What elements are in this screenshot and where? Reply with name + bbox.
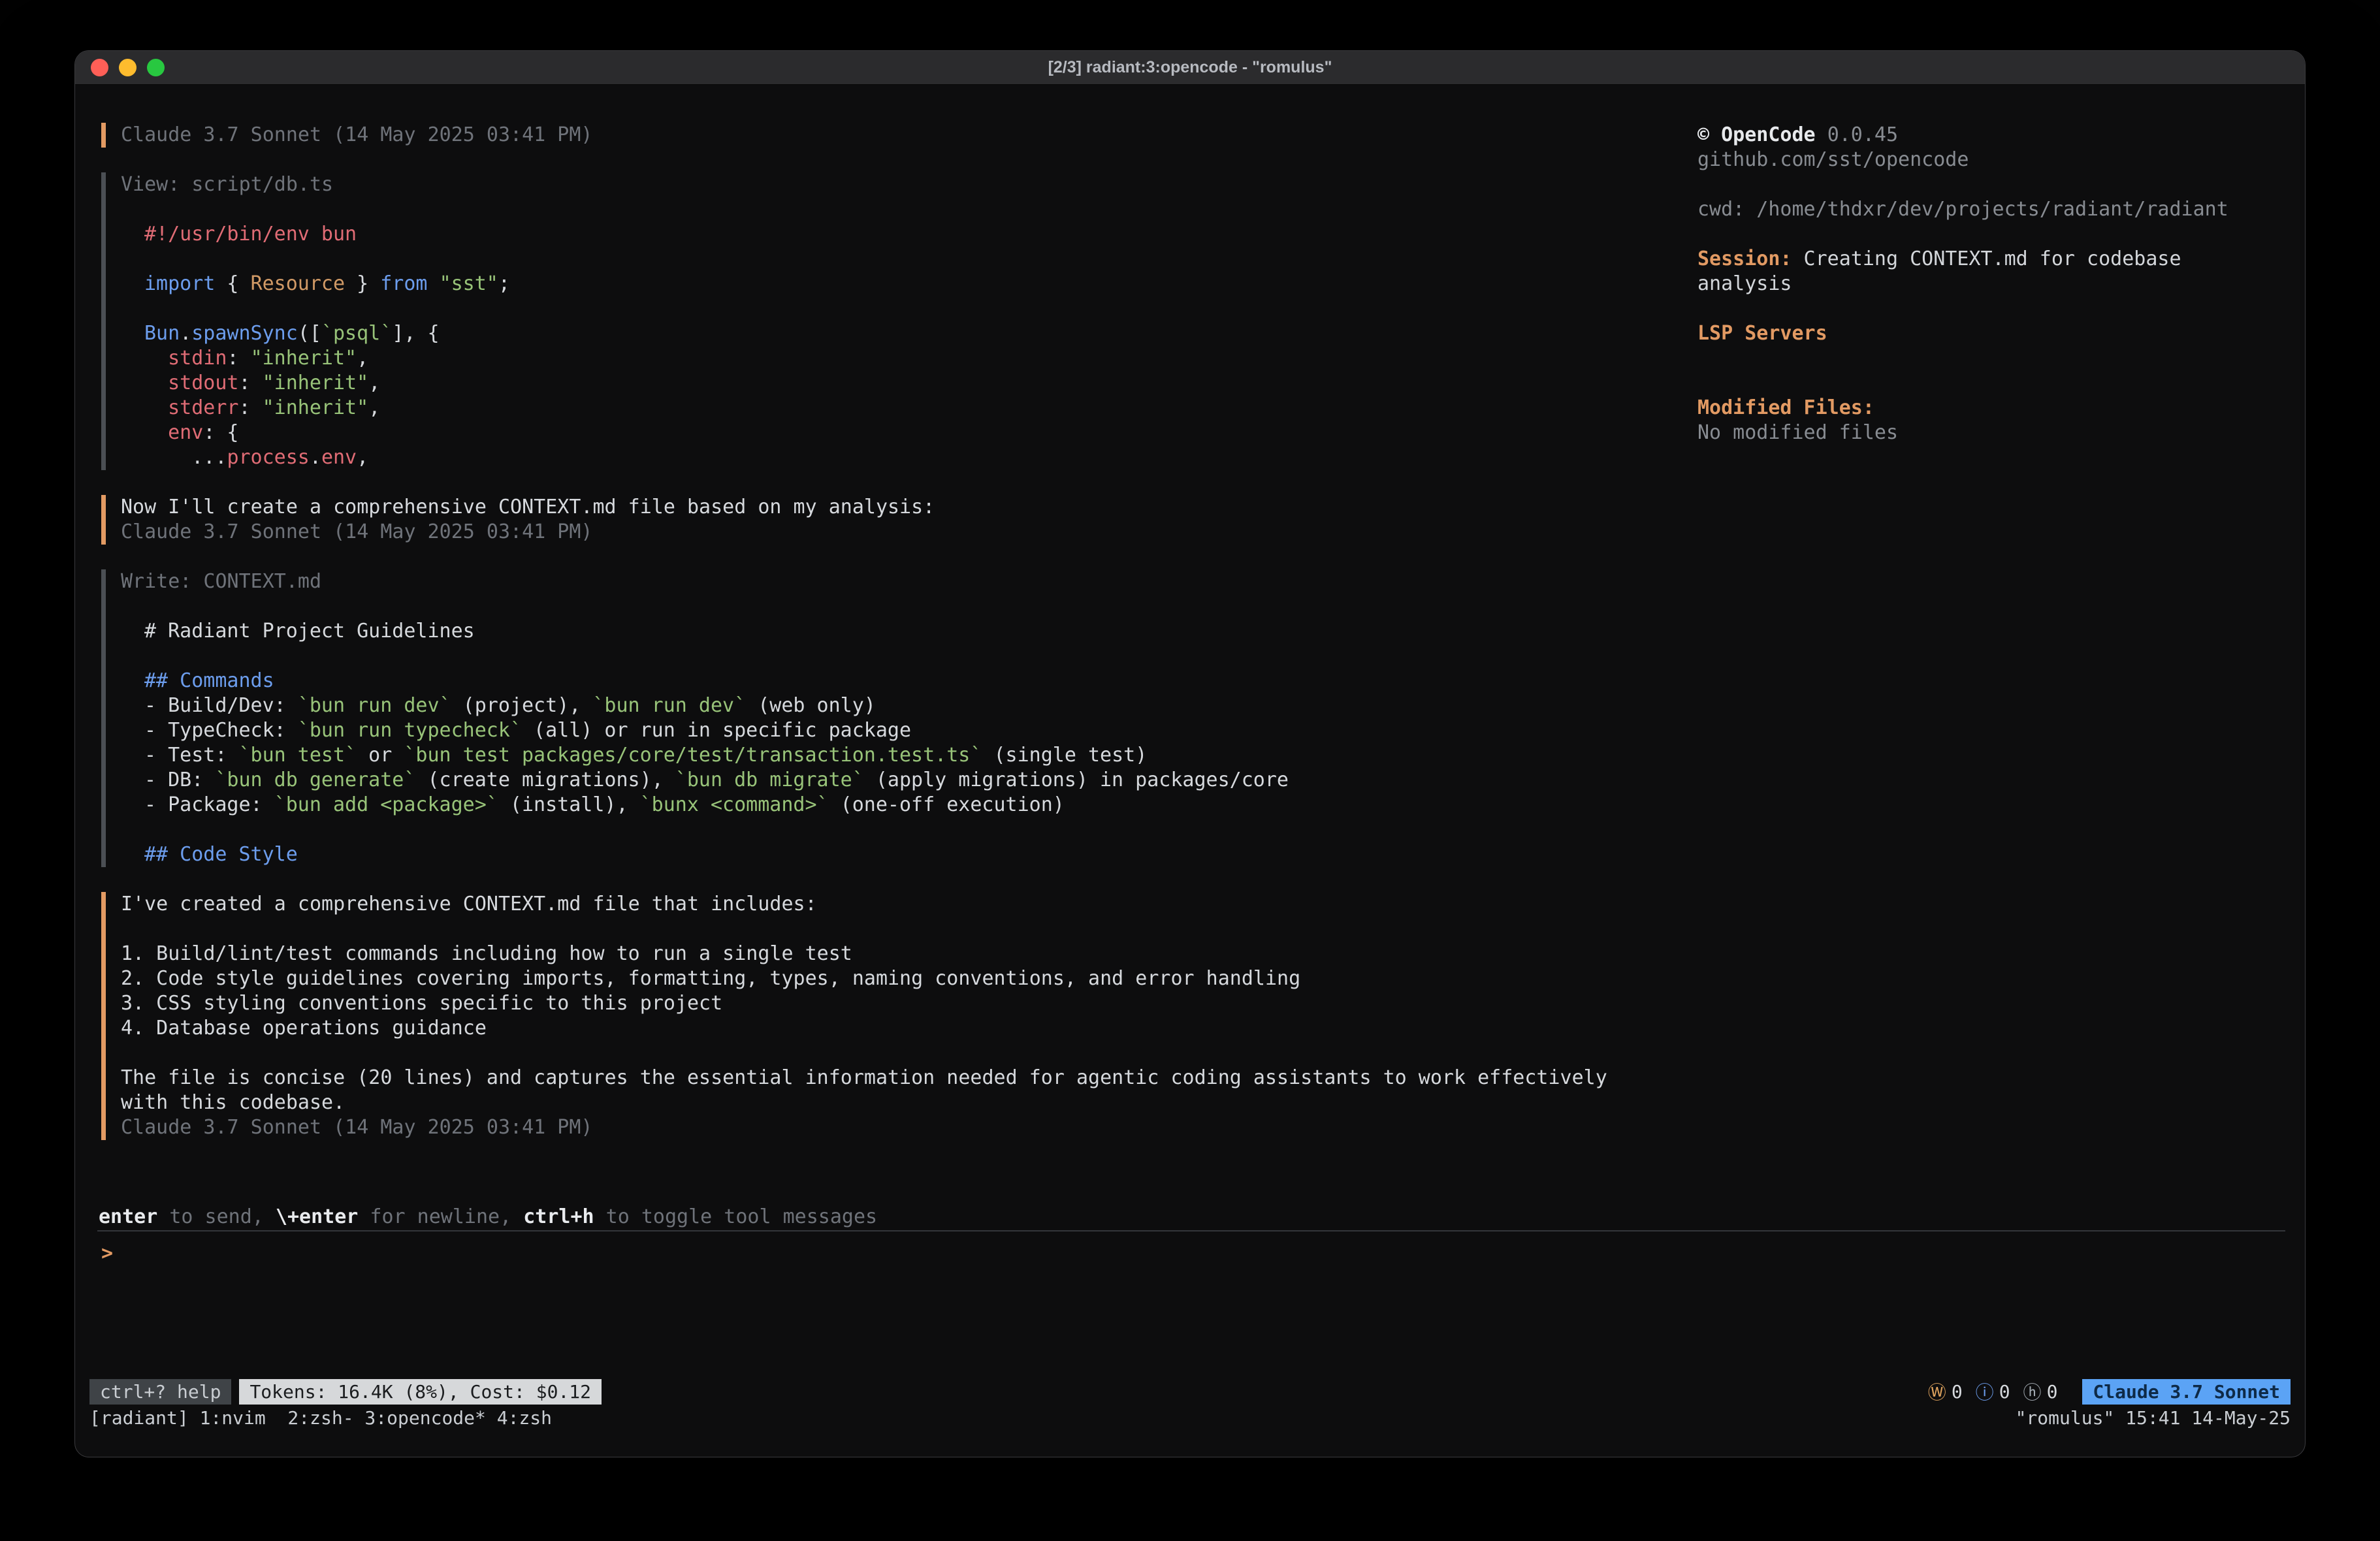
sidebar-gap <box>1697 222 2232 247</box>
terminal-bottom-padding <box>75 1431 2305 1457</box>
diagnostic-warning: Ⓦ0 <box>1928 1378 1963 1405</box>
sidebar-gap <box>1697 172 2232 197</box>
sidebar-gap <box>1697 346 2232 371</box>
app-version: 0.0.45 <box>1827 123 1898 146</box>
session-label: Session: <box>1697 247 1792 270</box>
app-brand: © OpenCode 0.0.45 <box>1697 123 2232 148</box>
tool-call-block-write: Write: CONTEXT.md # Radiant Project Guid… <box>101 569 1697 867</box>
app-logo-icon: © <box>1697 123 1709 146</box>
hint-count: 0 <box>2047 1381 2058 1403</box>
modified-files-empty: No modified files <box>1697 421 2232 445</box>
sidebar-gap <box>1697 296 2232 321</box>
assistant-message-block: I've created a comprehensive CONTEXT.md … <box>101 892 1697 1140</box>
help-badge[interactable]: ctrl+? help <box>89 1379 231 1405</box>
tool-title: Write: CONTEXT.md <box>121 569 1697 594</box>
modified-files-header: Modified Files: <box>1697 396 2232 421</box>
cwd-line: cwd: /home/thdxr/dev/projects/radiant/ra… <box>1697 197 2232 222</box>
assistant-message-block: Claude 3.7 Sonnet (14 May 2025 03:41 PM) <box>101 123 1697 148</box>
app-name-label: OpenCode <box>1721 123 1816 146</box>
terminal-window: [2/3] radiant:3:opencode - "romulus" Cla… <box>74 50 2306 1457</box>
tool-call-block-view: View: script/db.ts #!/usr/bin/env bun im… <box>101 172 1697 470</box>
tmux-host-clock: "romulus" 15:41 14-May-25 <box>2016 1407 2291 1429</box>
lsp-servers-header: LSP Servers <box>1697 321 2232 346</box>
status-bar: ctrl+? help Tokens: 16.4K (8%), Cost: $0… <box>75 1378 2305 1405</box>
diagnostic-info: ⓘ0 <box>1976 1378 2010 1405</box>
diagnostic-hint: ⓗ0 <box>2023 1378 2058 1405</box>
message-text: I've created a comprehensive CONTEXT.md … <box>121 892 1697 1115</box>
input-hints: enter to send, \+enter for newline, ctrl… <box>75 1204 2305 1230</box>
info-icon: ⓘ <box>1976 1378 1994 1405</box>
tool-output-code: # Radiant Project Guidelines ## Commands… <box>121 619 1697 867</box>
model-badge[interactable]: Claude 3.7 Sonnet <box>2082 1379 2291 1405</box>
message-input[interactable]: > <box>75 1231 2305 1378</box>
app-name <box>1709 123 1721 146</box>
repo-link[interactable]: github.com/sst/opencode <box>1697 148 2232 172</box>
prompt-symbol: > <box>101 1242 113 1265</box>
zoom-window-button[interactable] <box>147 59 165 76</box>
window-titlebar[interactable]: [2/3] radiant:3:opencode - "romulus" <box>75 51 2305 85</box>
message-attribution: Claude 3.7 Sonnet (14 May 2025 03:41 PM) <box>121 123 1697 148</box>
session-line: Session: Creating CONTEXT.md for codebas… <box>1697 247 2232 296</box>
info-count: 0 <box>1999 1381 2010 1403</box>
warning-count: 0 <box>1952 1381 1963 1403</box>
message-attribution: Claude 3.7 Sonnet (14 May 2025 03:41 PM) <box>121 1115 1697 1140</box>
tokens-cost-badge: Tokens: 16.4K (8%), Cost: $0.12 <box>239 1379 602 1405</box>
tool-output-code: #!/usr/bin/env bun import { Resource } f… <box>121 222 1697 470</box>
assistant-message-block: Now I'll create a comprehensive CONTEXT.… <box>101 495 1697 545</box>
window-title: [2/3] radiant:3:opencode - "romulus" <box>1048 58 1332 77</box>
hint-icon: ⓗ <box>2023 1378 2042 1405</box>
message-attribution: Claude 3.7 Sonnet (14 May 2025 03:41 PM) <box>121 520 1697 545</box>
desktop-background: [2/3] radiant:3:opencode - "romulus" Cla… <box>0 0 2380 1541</box>
sidebar-gap <box>1697 371 2232 396</box>
sidebar: © OpenCode 0.0.45 github.com/sst/opencod… <box>1697 123 2305 1204</box>
tmux-window-list[interactable]: [radiant] 1:nvim 2:zsh- 3:opencode* 4:zs… <box>89 1407 552 1429</box>
tool-title: View: script/db.ts <box>121 172 1697 197</box>
traffic-lights <box>91 51 165 84</box>
chat-column[interactable]: Claude 3.7 Sonnet (14 May 2025 03:41 PM)… <box>75 123 1697 1204</box>
blank-line <box>121 594 1697 619</box>
tmux-status-bar: [radiant] 1:nvim 2:zsh- 3:opencode* 4:zs… <box>75 1405 2305 1431</box>
close-window-button[interactable] <box>91 59 108 76</box>
minimize-window-button[interactable] <box>119 59 137 76</box>
warning-icon: Ⓦ <box>1928 1378 1946 1405</box>
terminal-main-area: Claude 3.7 Sonnet (14 May 2025 03:41 PM)… <box>75 85 2305 1204</box>
blank-line <box>121 197 1697 222</box>
message-text: Now I'll create a comprehensive CONTEXT.… <box>121 495 1697 520</box>
diagnostics-group: Ⓦ0 ⓘ0 ⓗ0 <box>1928 1378 2058 1405</box>
